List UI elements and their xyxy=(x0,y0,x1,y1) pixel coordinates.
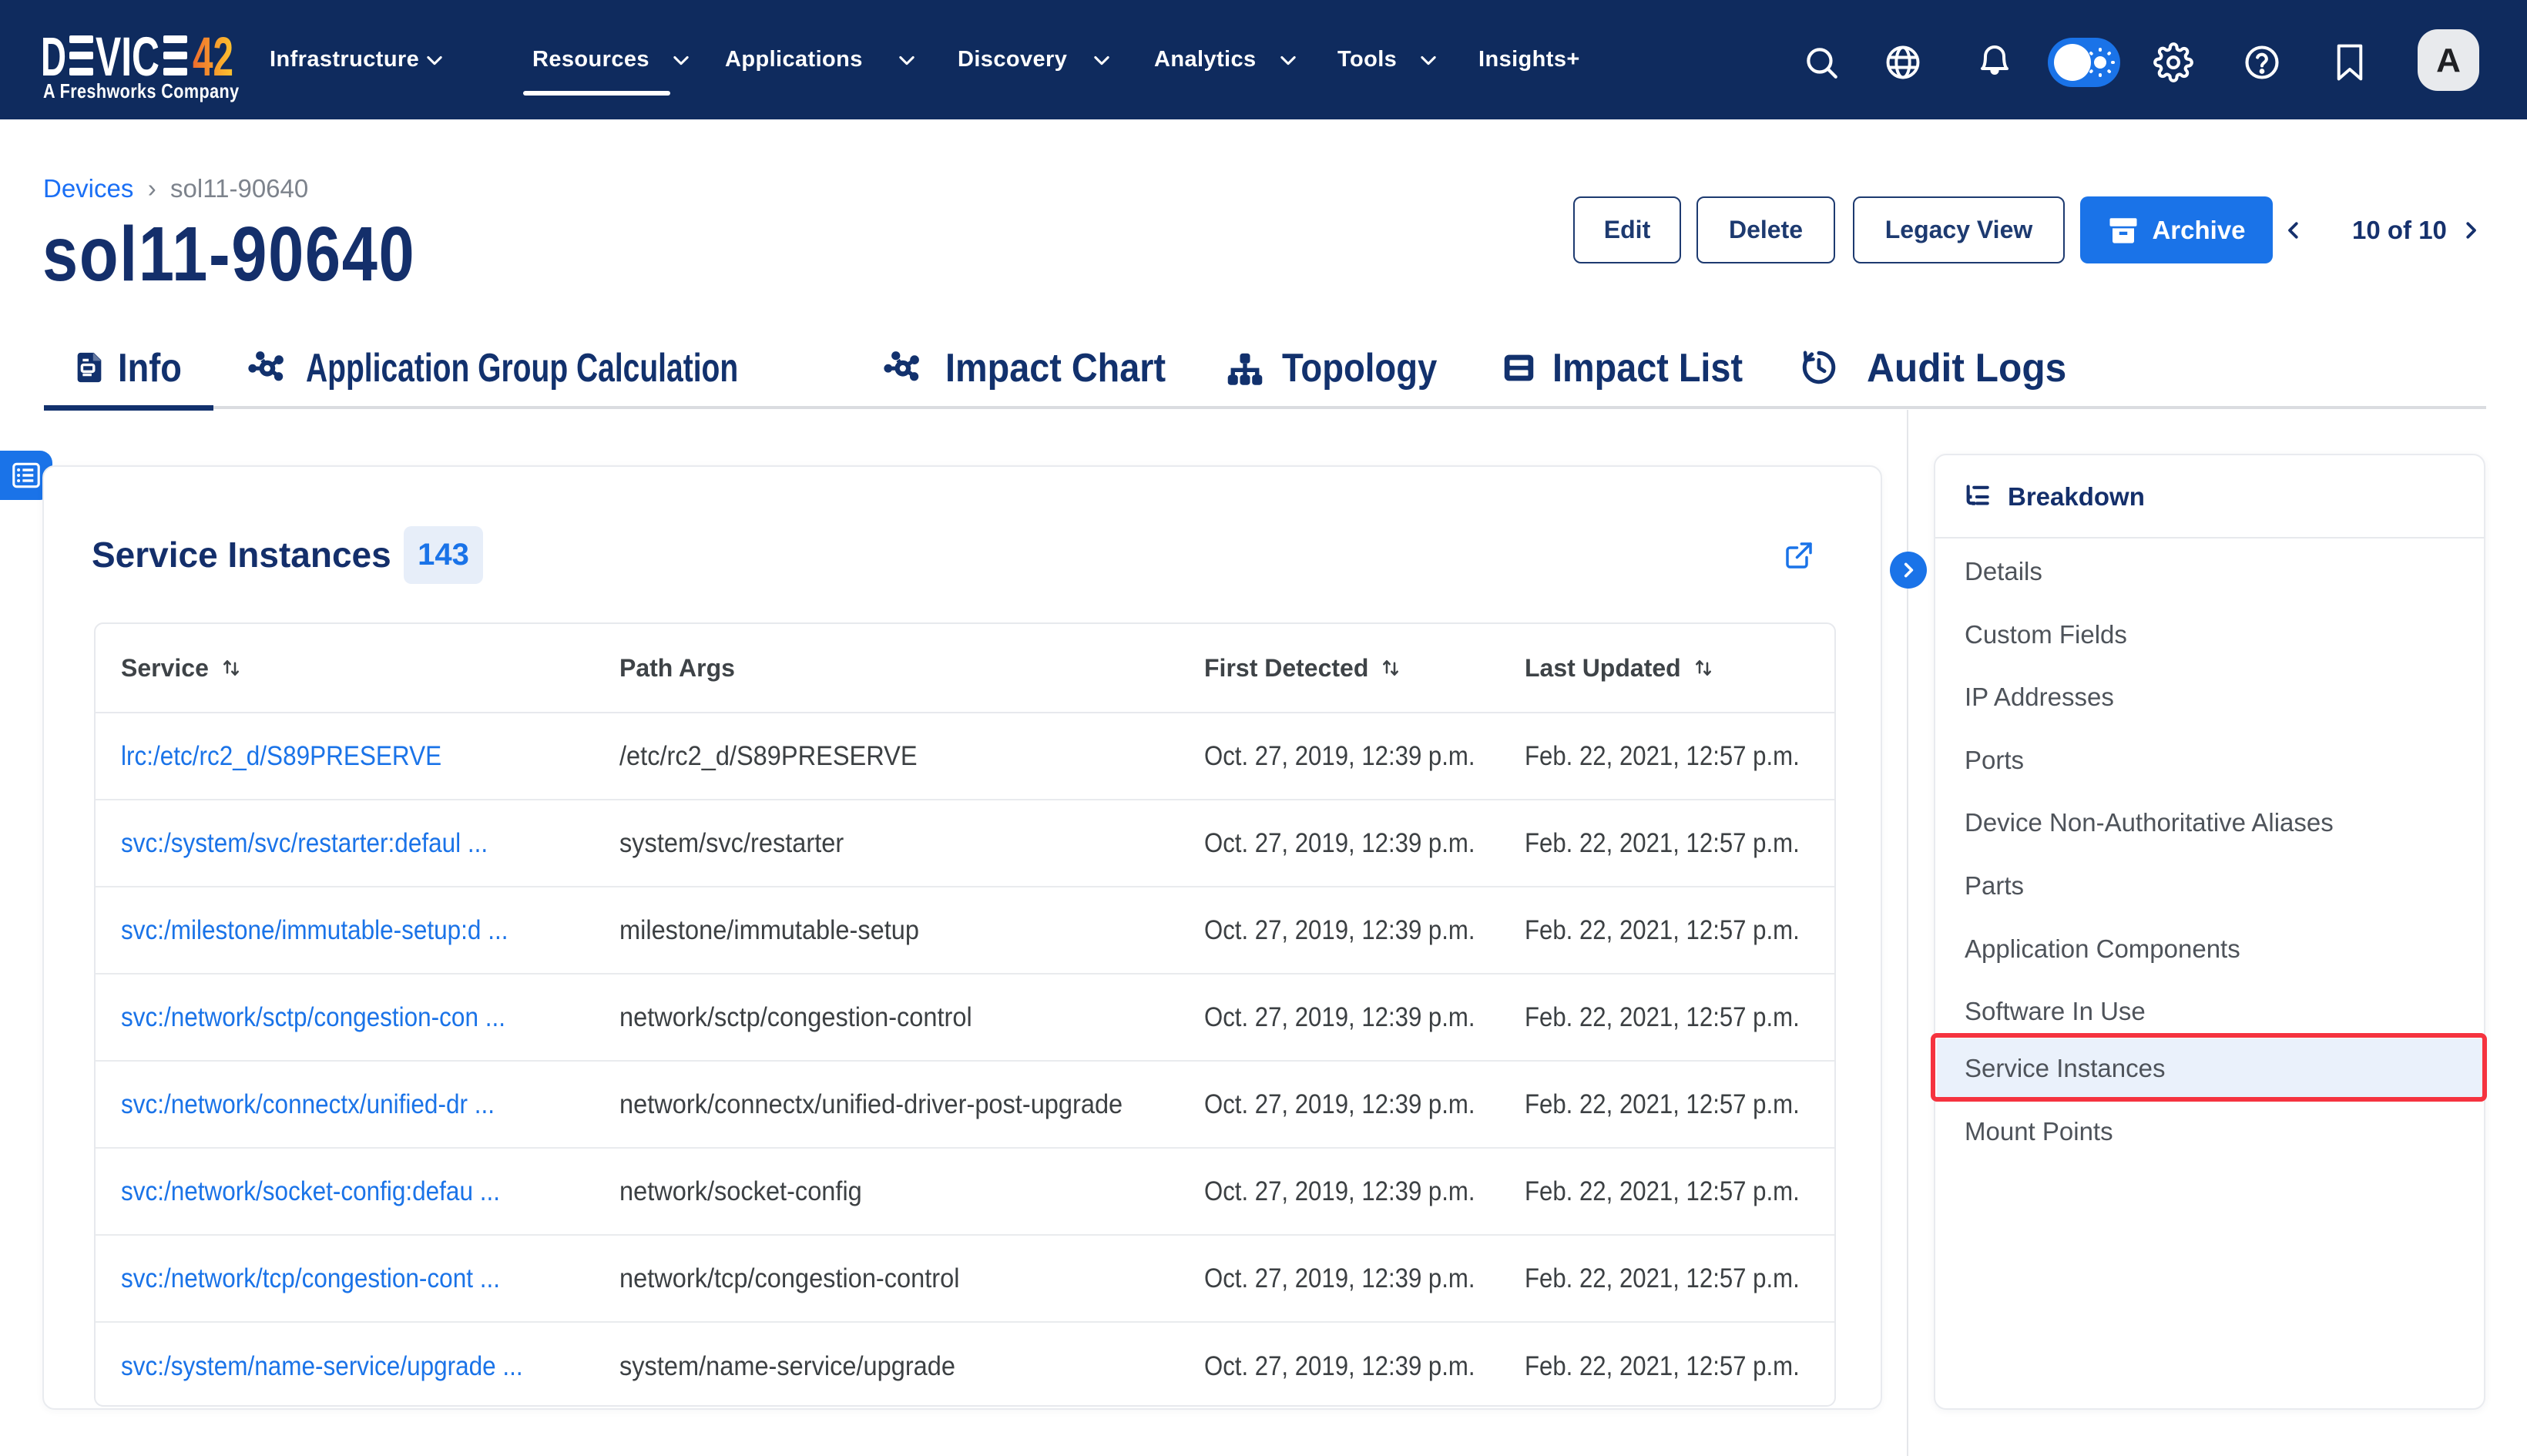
svg-text:D: D xyxy=(41,35,66,77)
svg-text:VIC: VIC xyxy=(96,35,159,77)
svg-text:42: 42 xyxy=(193,35,233,77)
svg-text:A: A xyxy=(2436,42,2461,79)
